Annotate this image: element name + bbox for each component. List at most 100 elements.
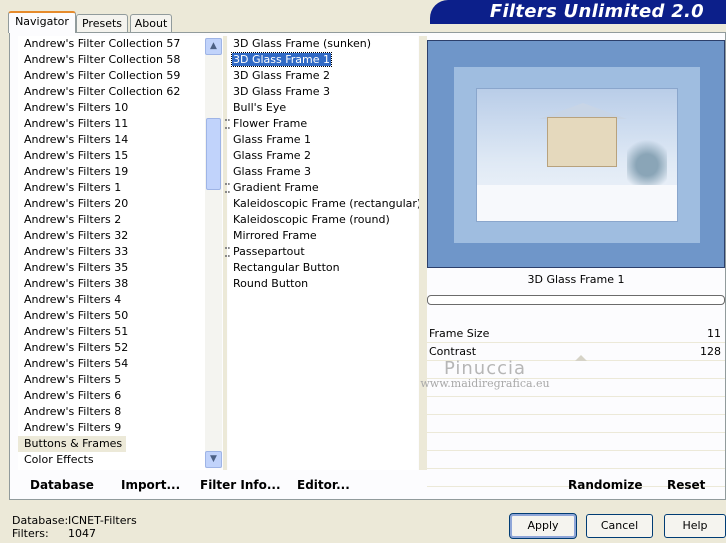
category-item[interactable]: Andrew's Filters 14 bbox=[18, 132, 206, 148]
category-item[interactable]: Andrew's Filters 9 bbox=[18, 420, 206, 436]
progress-bar bbox=[427, 295, 725, 305]
filter-item[interactable]: 3D Glass Frame 3 bbox=[228, 84, 418, 100]
category-item-label: Andrew's Filters 33 bbox=[24, 245, 129, 258]
scroll-thumb[interactable] bbox=[206, 118, 221, 190]
watermark-name: Pinuccia bbox=[443, 358, 527, 379]
category-item-label: Andrew's Filters 38 bbox=[24, 277, 129, 290]
grip-icon bbox=[225, 183, 230, 193]
filter-item[interactable]: Gradient Frame bbox=[225, 180, 418, 196]
cancel-button[interactable]: Cancel bbox=[586, 514, 653, 538]
watermark-url: www.maidiregrafica.eu bbox=[420, 377, 550, 390]
filter-item-label: Glass Frame 3 bbox=[233, 165, 312, 178]
category-item[interactable]: Andrew's Filters 19 bbox=[18, 164, 206, 180]
category-scrollbar[interactable]: ▲ ▼ bbox=[205, 38, 222, 468]
category-item-label: Andrew's Filter Collection 57 bbox=[24, 37, 181, 50]
filter-item[interactable]: Bull's Eye bbox=[228, 100, 418, 116]
category-item[interactable]: Andrew's Filters 2 bbox=[18, 212, 206, 228]
category-item[interactable]: Andrew's Filters 51 bbox=[18, 324, 206, 340]
tab-navigator-label: Navigator bbox=[15, 15, 69, 28]
filter-item[interactable]: Passepartout bbox=[225, 244, 418, 260]
scroll-down-button[interactable]: ▼ bbox=[205, 451, 222, 468]
filter-list[interactable]: 3D Glass Frame (sunken) 3D Glass Frame 1 3… bbox=[225, 36, 421, 470]
category-item[interactable]: Andrew's Filter Collection 62 bbox=[18, 84, 206, 100]
category-item[interactable]: Andrew's Filters 10 bbox=[18, 100, 206, 116]
category-item[interactable]: Andrew's Filters 4 bbox=[18, 292, 206, 308]
database-label: Database: bbox=[12, 514, 69, 527]
category-item[interactable]: Andrew's Filters 35 bbox=[18, 260, 206, 276]
category-item[interactable]: Andrew's Filters 1 bbox=[18, 180, 206, 196]
category-item[interactable]: Andrew's Filters 32 bbox=[18, 228, 206, 244]
apply-button[interactable]: Apply bbox=[509, 513, 577, 539]
app-title: Filters Unlimited 2.0 bbox=[489, 1, 704, 22]
filter-item-label: 3D Glass Frame 3 bbox=[233, 85, 331, 98]
tab-about-label: About bbox=[134, 17, 168, 30]
import-button[interactable]: Import... bbox=[121, 478, 180, 492]
param-frame-size[interactable]: Frame Size 11 bbox=[427, 325, 725, 343]
filter-item[interactable]: Kaleidoscopic Frame (round) bbox=[228, 212, 418, 228]
filter-item[interactable]: Glass Frame 3 bbox=[228, 164, 418, 180]
filter-name-label: 3D Glass Frame 1 bbox=[527, 273, 625, 286]
filter-item[interactable]: Round Button bbox=[228, 276, 418, 292]
category-item[interactable]: Andrew's Filters 20 bbox=[18, 196, 206, 212]
category-item[interactable]: Andrew's Filters 38 bbox=[18, 276, 206, 292]
filter-item[interactable]: Rectangular Button bbox=[228, 260, 418, 276]
editor-button[interactable]: Editor... bbox=[297, 478, 350, 492]
database-value: ICNET-Filters bbox=[68, 514, 137, 527]
category-item[interactable]: Andrew's Filters 5 bbox=[18, 372, 206, 388]
filter-item[interactable]: Glass Frame 1 bbox=[228, 132, 418, 148]
filter-item[interactable]: Flower Frame bbox=[225, 116, 418, 132]
filter-info-button[interactable]: Filter Info... bbox=[200, 478, 281, 492]
scroll-up-button[interactable]: ▲ bbox=[205, 38, 222, 55]
category-item-label: Andrew's Filter Collection 58 bbox=[24, 53, 181, 66]
category-item[interactable]: Andrew's Filter Collection 58 bbox=[18, 52, 206, 68]
category-item-label: Andrew's Filter Collection 59 bbox=[24, 69, 181, 82]
filters-unlimited-window: Navigator Presets About Filters Unlimite… bbox=[0, 0, 726, 543]
category-item-label: Andrew's Filters 51 bbox=[24, 325, 129, 338]
param-empty-row bbox=[427, 415, 725, 433]
category-item-label: Andrew's Filters 10 bbox=[24, 101, 129, 114]
chevron-down-icon: ▼ bbox=[210, 454, 217, 464]
filter-item[interactable]: 3D Glass Frame 1 bbox=[228, 52, 418, 68]
panel-divider bbox=[419, 36, 427, 470]
randomize-button[interactable]: Randomize bbox=[568, 478, 642, 492]
tab-presets[interactable]: Presets bbox=[76, 14, 128, 32]
tab-about[interactable]: About bbox=[130, 14, 172, 32]
param-value: 128 bbox=[700, 345, 721, 358]
tab-navigator[interactable]: Navigator bbox=[8, 11, 76, 33]
category-item-label: Andrew's Filters 11 bbox=[24, 117, 129, 130]
reset-button[interactable]: Reset bbox=[667, 478, 705, 492]
category-item[interactable]: Andrew's Filters 52 bbox=[18, 340, 206, 356]
filter-item-label: 3D Glass Frame 2 bbox=[233, 69, 331, 82]
preview-winter-scene bbox=[476, 88, 678, 222]
category-item[interactable]: Andrew's Filters 6 bbox=[18, 388, 206, 404]
category-item[interactable]: Andrew's Filter Collection 59 bbox=[18, 68, 206, 84]
category-item-label: Andrew's Filters 52 bbox=[24, 341, 129, 354]
database-button[interactable]: Database bbox=[30, 478, 94, 492]
category-item[interactable]: Andrew's Filters 33 bbox=[18, 244, 206, 260]
category-list[interactable]: Andrew's Filter Collection 57 Andrew's Fi… bbox=[18, 36, 206, 470]
tab-presets-label: Presets bbox=[81, 17, 123, 30]
category-item[interactable]: Andrew's Filters 11 bbox=[18, 116, 206, 132]
category-item-label: Andrew's Filters 1 bbox=[24, 181, 122, 194]
category-item-label: Andrew's Filters 4 bbox=[24, 293, 122, 306]
filter-item[interactable]: 3D Glass Frame (sunken) bbox=[228, 36, 418, 52]
filter-item-label: 3D Glass Frame 1 bbox=[230, 52, 333, 67]
filter-item[interactable]: Kaleidoscopic Frame (rectangular) bbox=[228, 196, 421, 212]
filter-item[interactable]: Glass Frame 2 bbox=[228, 148, 418, 164]
help-button[interactable]: Help bbox=[664, 514, 726, 538]
preview-house bbox=[547, 117, 617, 167]
preview-frame bbox=[454, 67, 700, 243]
filter-item[interactable]: 3D Glass Frame 2 bbox=[228, 68, 418, 84]
category-item[interactable]: Andrew's Filters 15 bbox=[18, 148, 206, 164]
category-item[interactable]: Andrew's Filter Collection 57 bbox=[18, 36, 206, 52]
category-item[interactable]: Buttons & Frames bbox=[18, 436, 206, 452]
category-item[interactable]: Andrew's Filters 54 bbox=[18, 356, 206, 372]
filter-item[interactable]: Mirrored Frame bbox=[228, 228, 418, 244]
category-item[interactable]: Andrew's Filters 50 bbox=[18, 308, 206, 324]
category-item-label: Color Effects bbox=[24, 453, 94, 466]
category-item[interactable]: Color Effects bbox=[18, 452, 206, 468]
param-empty-row bbox=[427, 451, 725, 469]
grip-icon bbox=[225, 119, 230, 129]
filter-item-label: Gradient Frame bbox=[233, 181, 319, 194]
category-item[interactable]: Andrew's Filters 8 bbox=[18, 404, 206, 420]
